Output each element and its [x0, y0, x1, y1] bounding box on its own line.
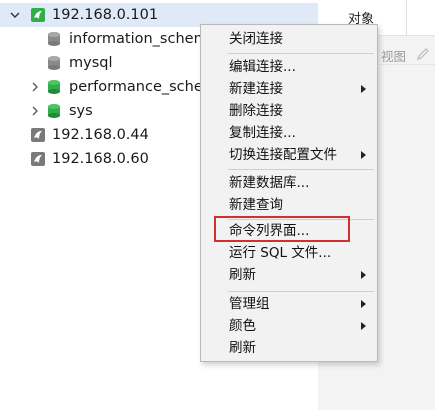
menu-item-new-query[interactable]: 新建查询 [229, 194, 283, 216]
chevron-right-icon[interactable] [29, 105, 41, 117]
menu-item-duplicate-connection[interactable]: 复制连接... [229, 122, 296, 144]
connection-connected-icon [30, 7, 46, 23]
connection-label: 192.168.0.60 [52, 151, 149, 167]
chevron-down-icon[interactable] [9, 9, 21, 21]
menu-separator [228, 169, 374, 170]
submenu-arrow-icon [361, 300, 366, 308]
database-icon [46, 55, 62, 71]
menu-item-new-database[interactable]: 新建数据库... [229, 172, 309, 194]
menu-item-color[interactable]: 颜色 [229, 315, 256, 337]
connection-label: 192.168.0.101 [52, 7, 159, 23]
connection-disconnected-icon [30, 151, 46, 167]
database-icon [46, 103, 62, 119]
highlight-box [214, 216, 350, 242]
database-label: mysql [69, 55, 113, 71]
submenu-arrow-icon [361, 271, 366, 279]
connection-disconnected-icon [30, 127, 46, 143]
menu-item-new-connection[interactable]: 新建连接 [229, 78, 283, 100]
tab-divider [406, 0, 407, 36]
chevron-right-icon[interactable] [29, 81, 41, 93]
submenu-arrow-icon [361, 322, 366, 330]
database-label: sys [69, 103, 93, 119]
connection-label: 192.168.0.44 [52, 127, 149, 143]
menu-separator [228, 53, 374, 54]
menu-item-refresh[interactable]: 刷新 [229, 337, 256, 359]
database-label: information_schema [69, 31, 217, 47]
view-button[interactable]: 视图 [381, 46, 406, 65]
database-icon [46, 31, 62, 47]
database-icon [46, 79, 62, 95]
submenu-arrow-icon [361, 151, 366, 159]
submenu-arrow-icon [361, 85, 366, 93]
menu-item-switch-connection-profile[interactable]: 切换连接配置文件 [229, 144, 337, 166]
pencil-icon[interactable] [416, 47, 430, 61]
menu-item-run-sql-file[interactable]: 运行 SQL 文件... [229, 242, 331, 264]
menu-item-refresh-submenu[interactable]: 刷新 [229, 264, 256, 286]
menu-item-delete-connection[interactable]: 删除连接 [229, 100, 283, 122]
context-menu: 关闭连接 编辑连接... 新建连接 删除连接 复制连接... 切换连接配置文件 … [200, 24, 378, 362]
menu-separator [228, 291, 374, 292]
menu-item-close-connection[interactable]: 关闭连接 [229, 28, 283, 50]
menu-item-manage-group[interactable]: 管理组 [229, 293, 270, 315]
menu-item-edit-connection[interactable]: 编辑连接... [229, 56, 296, 78]
